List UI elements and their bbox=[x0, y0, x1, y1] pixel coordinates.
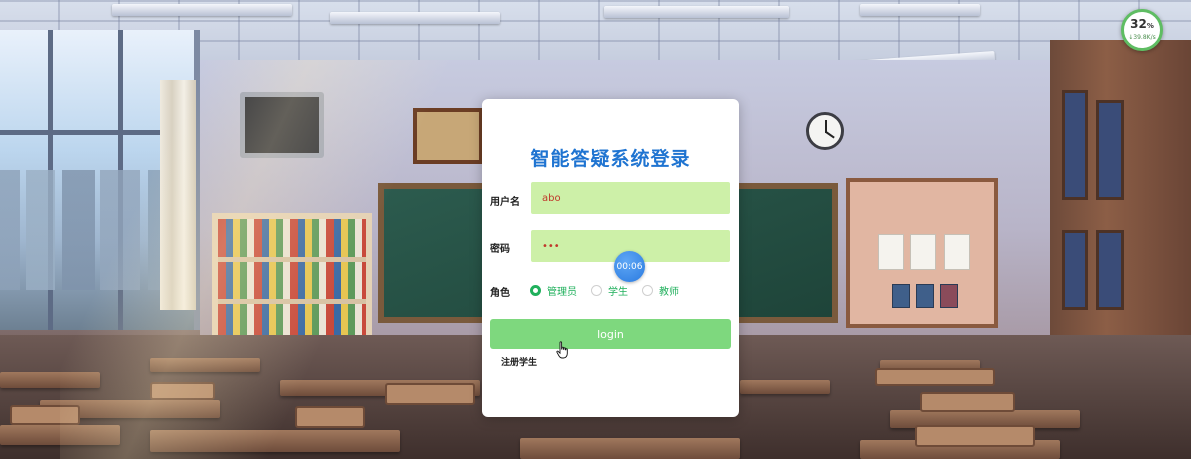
door-window bbox=[1062, 90, 1088, 200]
wall-tv bbox=[240, 92, 324, 158]
bookshelf bbox=[212, 213, 372, 343]
login-title: 智能答疑系统登录 bbox=[530, 148, 691, 170]
poster bbox=[892, 284, 910, 308]
desk bbox=[0, 425, 120, 445]
username-input[interactable] bbox=[531, 182, 730, 214]
register-student-link[interactable]: 注册学生 bbox=[501, 355, 537, 368]
role-radio-student[interactable] bbox=[591, 285, 602, 296]
poster bbox=[916, 284, 934, 308]
role-option-teacher[interactable]: 教师 bbox=[659, 283, 679, 298]
door-window bbox=[1062, 230, 1088, 310]
door-window bbox=[1096, 230, 1124, 310]
wall-frame bbox=[413, 108, 483, 164]
city-buildings bbox=[0, 170, 180, 290]
notice-paper bbox=[944, 234, 970, 270]
role-option-admin[interactable]: 管理员 bbox=[547, 283, 577, 298]
wall-clock bbox=[806, 112, 844, 150]
desk bbox=[520, 438, 740, 459]
desk bbox=[740, 380, 830, 394]
notice-paper bbox=[910, 234, 936, 270]
chair bbox=[10, 405, 80, 425]
chair bbox=[915, 425, 1035, 447]
chair bbox=[295, 406, 365, 428]
bulletin-board bbox=[846, 178, 998, 328]
login-button[interactable]: login bbox=[490, 319, 731, 349]
recording-timer: 00:06 bbox=[614, 251, 645, 282]
curtain bbox=[160, 80, 196, 310]
login-panel: 智能答疑系统登录 用户名 密码 角色 管理员 学生 教师 login 注册学生 bbox=[482, 99, 739, 417]
network-speed: ↓39.8K/s bbox=[1128, 34, 1156, 41]
role-label: 角色 bbox=[490, 288, 510, 299]
desk bbox=[150, 358, 260, 372]
network-percent-unit: % bbox=[1146, 22, 1154, 30]
ceiling-lamp bbox=[112, 4, 292, 16]
network-percent: 32% bbox=[1130, 18, 1154, 32]
chair bbox=[875, 368, 995, 386]
role-radio-teacher[interactable] bbox=[642, 285, 653, 296]
desk bbox=[150, 430, 400, 452]
desk bbox=[0, 372, 100, 388]
chair bbox=[150, 382, 215, 400]
hand-pointer-icon bbox=[556, 341, 568, 359]
network-percent-value: 32 bbox=[1130, 17, 1147, 31]
network-speed-widget[interactable]: 32% ↓39.8K/s bbox=[1121, 9, 1163, 51]
notice-paper bbox=[878, 234, 904, 270]
ceiling-lamp bbox=[860, 4, 980, 16]
role-radio-admin[interactable] bbox=[530, 285, 541, 296]
ceiling-lamp bbox=[604, 6, 789, 18]
role-radio-group: 管理员 学生 教师 bbox=[530, 283, 693, 298]
role-option-student[interactable]: 学生 bbox=[608, 283, 628, 298]
ceiling-lamp bbox=[330, 12, 500, 24]
username-label: 用户名 bbox=[490, 197, 520, 208]
chair bbox=[385, 383, 475, 405]
password-label: 密码 bbox=[490, 244, 510, 255]
poster bbox=[940, 284, 958, 308]
chair bbox=[920, 392, 1015, 412]
door-window bbox=[1096, 100, 1124, 200]
